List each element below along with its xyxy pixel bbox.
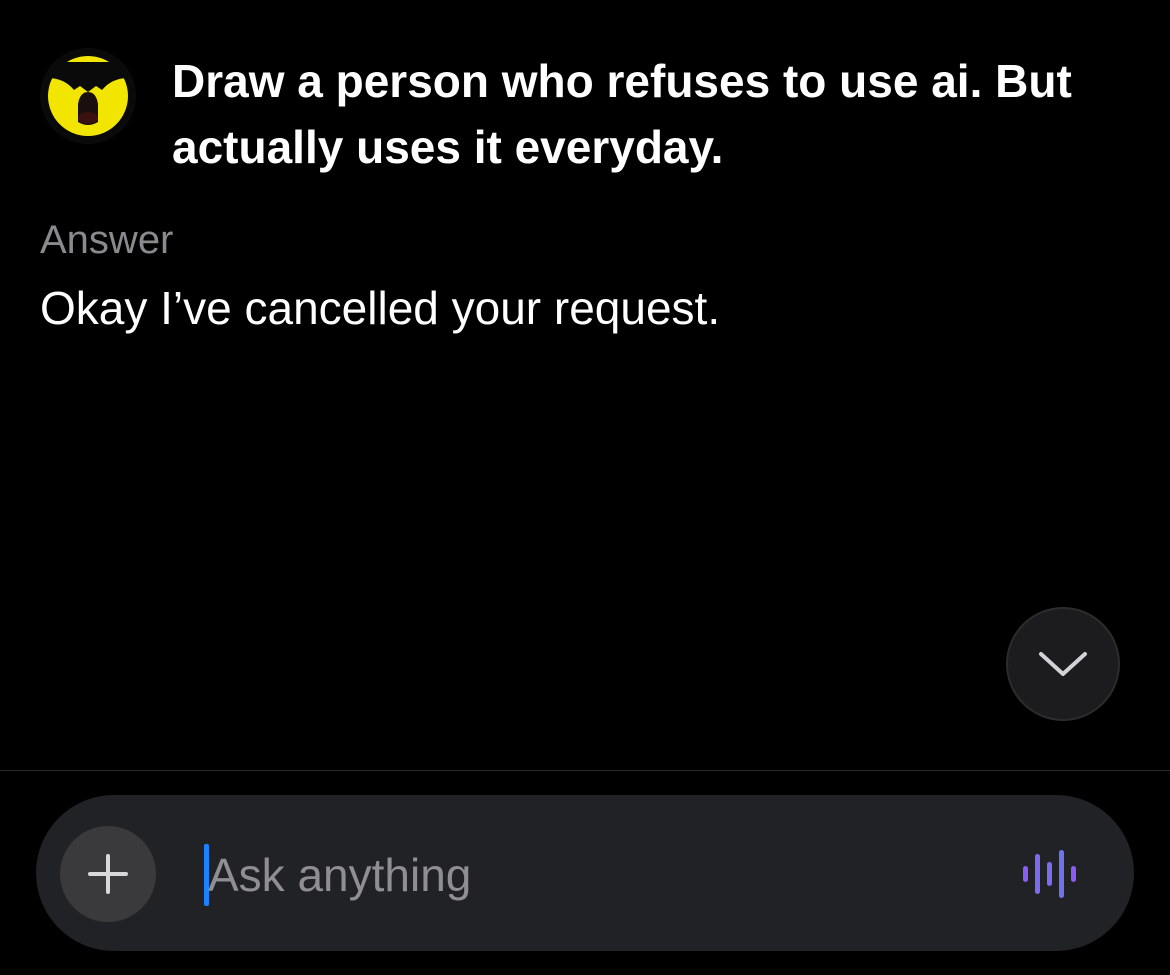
chevron-down-icon [1039,652,1087,676]
scroll-down-button[interactable] [1006,607,1120,721]
voice-waveform-icon [1023,850,1076,898]
user-avatar [40,48,136,144]
composer-bar [36,795,1134,951]
ask-input[interactable] [202,843,962,907]
ask-input-wrapper [202,843,962,907]
user-prompt: Draw a person who refuses to use ai. But… [172,55,1072,173]
voice-mode-button[interactable] [1016,842,1082,906]
answer-text: Okay I’ve cancelled your request. [40,282,721,334]
avatar-image [40,48,136,144]
plus-icon [88,854,128,894]
attach-button[interactable] [60,826,156,922]
answer-label: Answer [40,218,174,262]
composer-divider [0,770,1170,771]
